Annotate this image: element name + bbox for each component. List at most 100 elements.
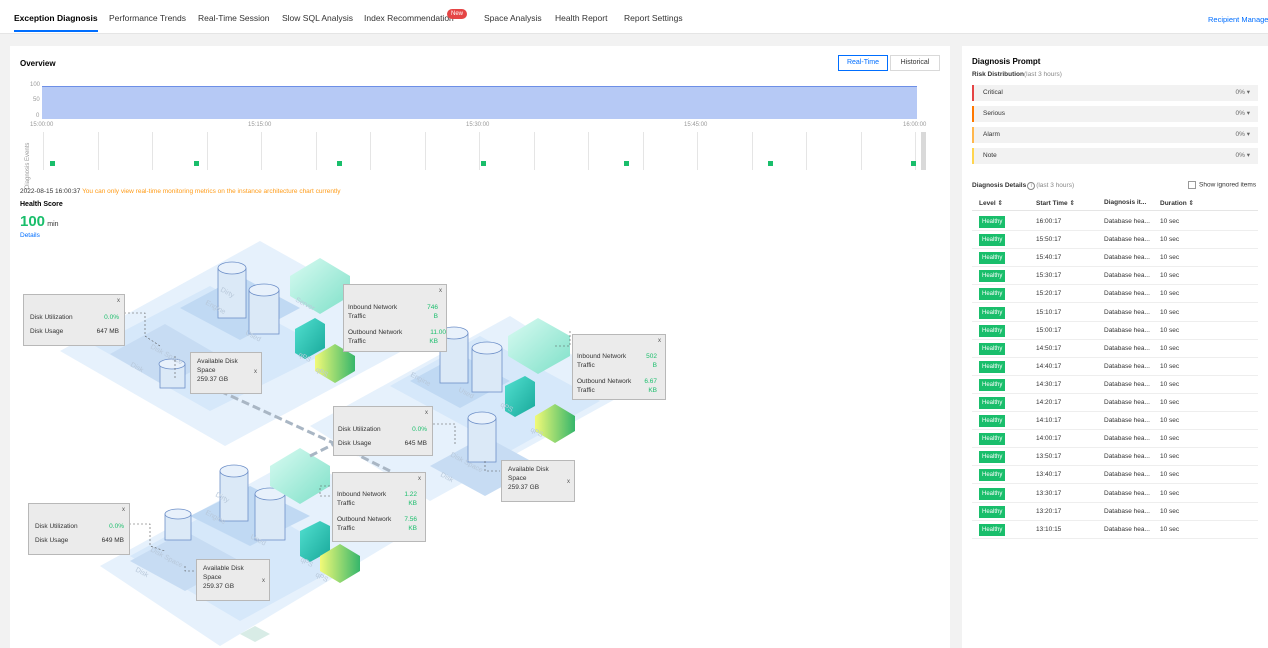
table-row[interactable]: Healthy 13:10:15 Database hea... 10 sec [972, 521, 1258, 539]
tab-real-time-session[interactable]: Real-Time Session [198, 13, 270, 32]
outbound-value: 6.67 [644, 378, 657, 385]
table-row[interactable]: Healthy 16:00:17 Database hea... 10 sec [972, 213, 1258, 231]
risk-item[interactable]: Critical 0% ▾ [972, 85, 1258, 101]
duration-cell: 10 sec [1160, 236, 1180, 244]
risk-item[interactable]: Serious 0% ▾ [972, 106, 1258, 122]
duration-cell: 10 sec [1160, 507, 1180, 515]
tab-slow-sql-analysis[interactable]: Slow SQL Analysis [282, 13, 353, 32]
tab-exception-diagnosis[interactable]: Exception Diagnosis [14, 13, 98, 32]
table-row[interactable]: Healthy 14:00:17 Database hea... 10 sec [972, 430, 1258, 449]
inbound-traffic-label: Traffic [348, 313, 366, 320]
diagnosis-item-cell: Database hea... [1104, 218, 1150, 225]
outbound-unit: KB [429, 338, 438, 345]
inbound-unit: B [433, 313, 438, 320]
risk-item[interactable]: Alarm 0% ▾ [972, 127, 1258, 143]
table-row[interactable]: Healthy 15:30:17 Database hea... 10 sec [972, 267, 1258, 286]
close-icon[interactable]: x [418, 476, 421, 482]
table-row[interactable]: Healthy 13:30:17 Database hea... 10 sec [972, 485, 1258, 503]
risk-percent[interactable]: 0% ▾ [1236, 106, 1250, 122]
sort-icon[interactable]: ⇕ [1189, 200, 1194, 207]
table-row[interactable]: Healthy 14:40:17 Database hea... 10 sec [972, 358, 1258, 376]
disk-usage-label: Disk Usage [30, 328, 64, 335]
risk-percent[interactable]: 0% ▾ [1236, 148, 1250, 164]
tab-space-analysis[interactable]: Space Analysis [484, 13, 542, 32]
disk-utilization-label: Disk Utilization [30, 314, 73, 321]
close-icon[interactable]: x [122, 507, 125, 513]
disk-utilization-value: 0.0% [104, 314, 119, 321]
diagnosis-item-cell: Database hea... [1104, 489, 1150, 497]
table-row[interactable]: Healthy 15:50:17 Database hea... 10 sec [972, 231, 1258, 250]
inbound-traffic-label: Traffic [337, 500, 355, 507]
table-row[interactable]: Healthy 15:40:17 Database hea... 10 sec [972, 249, 1258, 268]
duration-cell: 10 sec [1160, 254, 1180, 262]
column-duration[interactable]: Duration ⇕ [1160, 199, 1194, 207]
start-time-cell: 13:30:17 [1036, 489, 1062, 497]
inbound-network-label: Inbound Network [577, 353, 627, 360]
close-icon[interactable]: x [262, 578, 265, 584]
disk-usage-label: Disk Usage [338, 440, 372, 447]
diagnosis-item-cell: Database hea... [1104, 471, 1150, 479]
sort-icon[interactable]: ⇕ [997, 200, 1002, 207]
table-row[interactable]: Healthy 14:20:17 Database hea... 10 sec [972, 394, 1258, 412]
level-badge: Healthy [979, 523, 1006, 536]
column-level[interactable]: Level ⇕ [979, 199, 1003, 207]
start-time-cell: 16:00:17 [1036, 218, 1062, 225]
risk-percent-value: 0% [1235, 152, 1245, 159]
outbound-value: 11.00 [430, 329, 446, 336]
column-start-time[interactable]: Start Time ⇕ [1036, 199, 1075, 207]
info-icon[interactable]: i [1027, 182, 1036, 190]
column-diagnosis-item[interactable]: Diagnosis it... [1104, 199, 1146, 206]
risk-label: Note [983, 152, 997, 159]
close-icon[interactable]: x [567, 479, 570, 485]
close-icon[interactable]: x [425, 410, 428, 416]
close-icon[interactable]: x [117, 298, 120, 304]
table-row[interactable]: Healthy 14:30:17 Database hea... 10 sec [972, 376, 1258, 394]
show-ignored-checkbox[interactable] [1188, 181, 1196, 189]
tab-index-recommendation[interactable]: Index Recommendation New [364, 9, 468, 32]
available-space-popup-node-3: x Available Disk Space 259.37 GB [196, 559, 270, 601]
diagnosis-item-cell: Database hea... [1104, 417, 1150, 425]
level-badge: Healthy [979, 469, 1006, 482]
start-time-cell: 14:50:17 [1036, 344, 1062, 352]
table-row[interactable]: Healthy 14:10:17 Database hea... 10 sec [972, 412, 1258, 431]
tab-health-report[interactable]: Health Report [555, 13, 607, 32]
close-icon[interactable]: x [439, 288, 442, 294]
sort-icon[interactable]: ⇕ [1069, 200, 1074, 207]
tab-performance-trends[interactable]: Performance Trends [109, 13, 186, 32]
disk-usage-label: Disk Usage [35, 537, 69, 544]
level-badge: Healthy [979, 360, 1006, 373]
start-time-cell: 15:10:17 [1036, 308, 1062, 316]
table-row[interactable]: Healthy 13:40:17 Database hea... 10 sec [972, 466, 1258, 485]
level-badge: Healthy [979, 378, 1006, 391]
tab-report-settings[interactable]: Report Settings [624, 13, 683, 32]
close-icon[interactable]: x [254, 369, 257, 375]
diagnosis-item-cell: Database hea... [1104, 507, 1150, 515]
show-ignored-toggle[interactable]: Show ignored items [1188, 181, 1256, 189]
diagnosis-details-window: (last 3 hours) [1036, 182, 1075, 189]
level-badge: Healthy [979, 324, 1006, 337]
close-icon[interactable]: x [658, 338, 661, 344]
outbound-traffic-label: Traffic [337, 525, 355, 532]
risk-percent[interactable]: 0% ▾ [1236, 127, 1250, 143]
risk-percent[interactable]: 0% ▾ [1236, 85, 1250, 101]
start-time-cell: 14:40:17 [1036, 362, 1062, 370]
table-row[interactable]: Healthy 15:20:17 Database hea... 10 sec [972, 285, 1258, 304]
duration-cell: 10 sec [1160, 435, 1180, 443]
outbound-value: 7.56 [404, 516, 417, 523]
outbound-network-label: Outbound Network [348, 329, 403, 336]
table-row[interactable]: Healthy 13:20:17 Database hea... 10 sec [972, 503, 1258, 521]
top-tab-bar: Exception Diagnosis Performance Trends R… [0, 0, 1268, 34]
disk-utilization-value: 0.0% [412, 426, 427, 433]
cylinder-1b [248, 289, 280, 335]
recipient-management-link[interactable]: Recipient Manageme [1208, 15, 1268, 24]
main-panel: Overview Real-Time Historical 100 50 0 1… [10, 46, 950, 648]
table-row[interactable]: Healthy 13:50:17 Database hea... 10 sec [972, 448, 1258, 467]
risk-item[interactable]: Note 0% ▾ [972, 148, 1258, 164]
table-row[interactable]: Healthy 15:10:17 Database hea... 10 sec [972, 304, 1258, 322]
diagnosis-prompt-title: Diagnosis Prompt [972, 57, 1041, 66]
table-row[interactable]: Healthy 15:00:17 Database hea... 10 sec [972, 322, 1258, 340]
diagnosis-details-title: Diagnosis Details [972, 182, 1027, 189]
table-row[interactable]: Healthy 14:50:17 Database hea... 10 sec [972, 340, 1258, 358]
diagnosis-item-cell: Database hea... [1104, 290, 1150, 298]
diagnosis-item-cell: Database hea... [1104, 236, 1150, 244]
